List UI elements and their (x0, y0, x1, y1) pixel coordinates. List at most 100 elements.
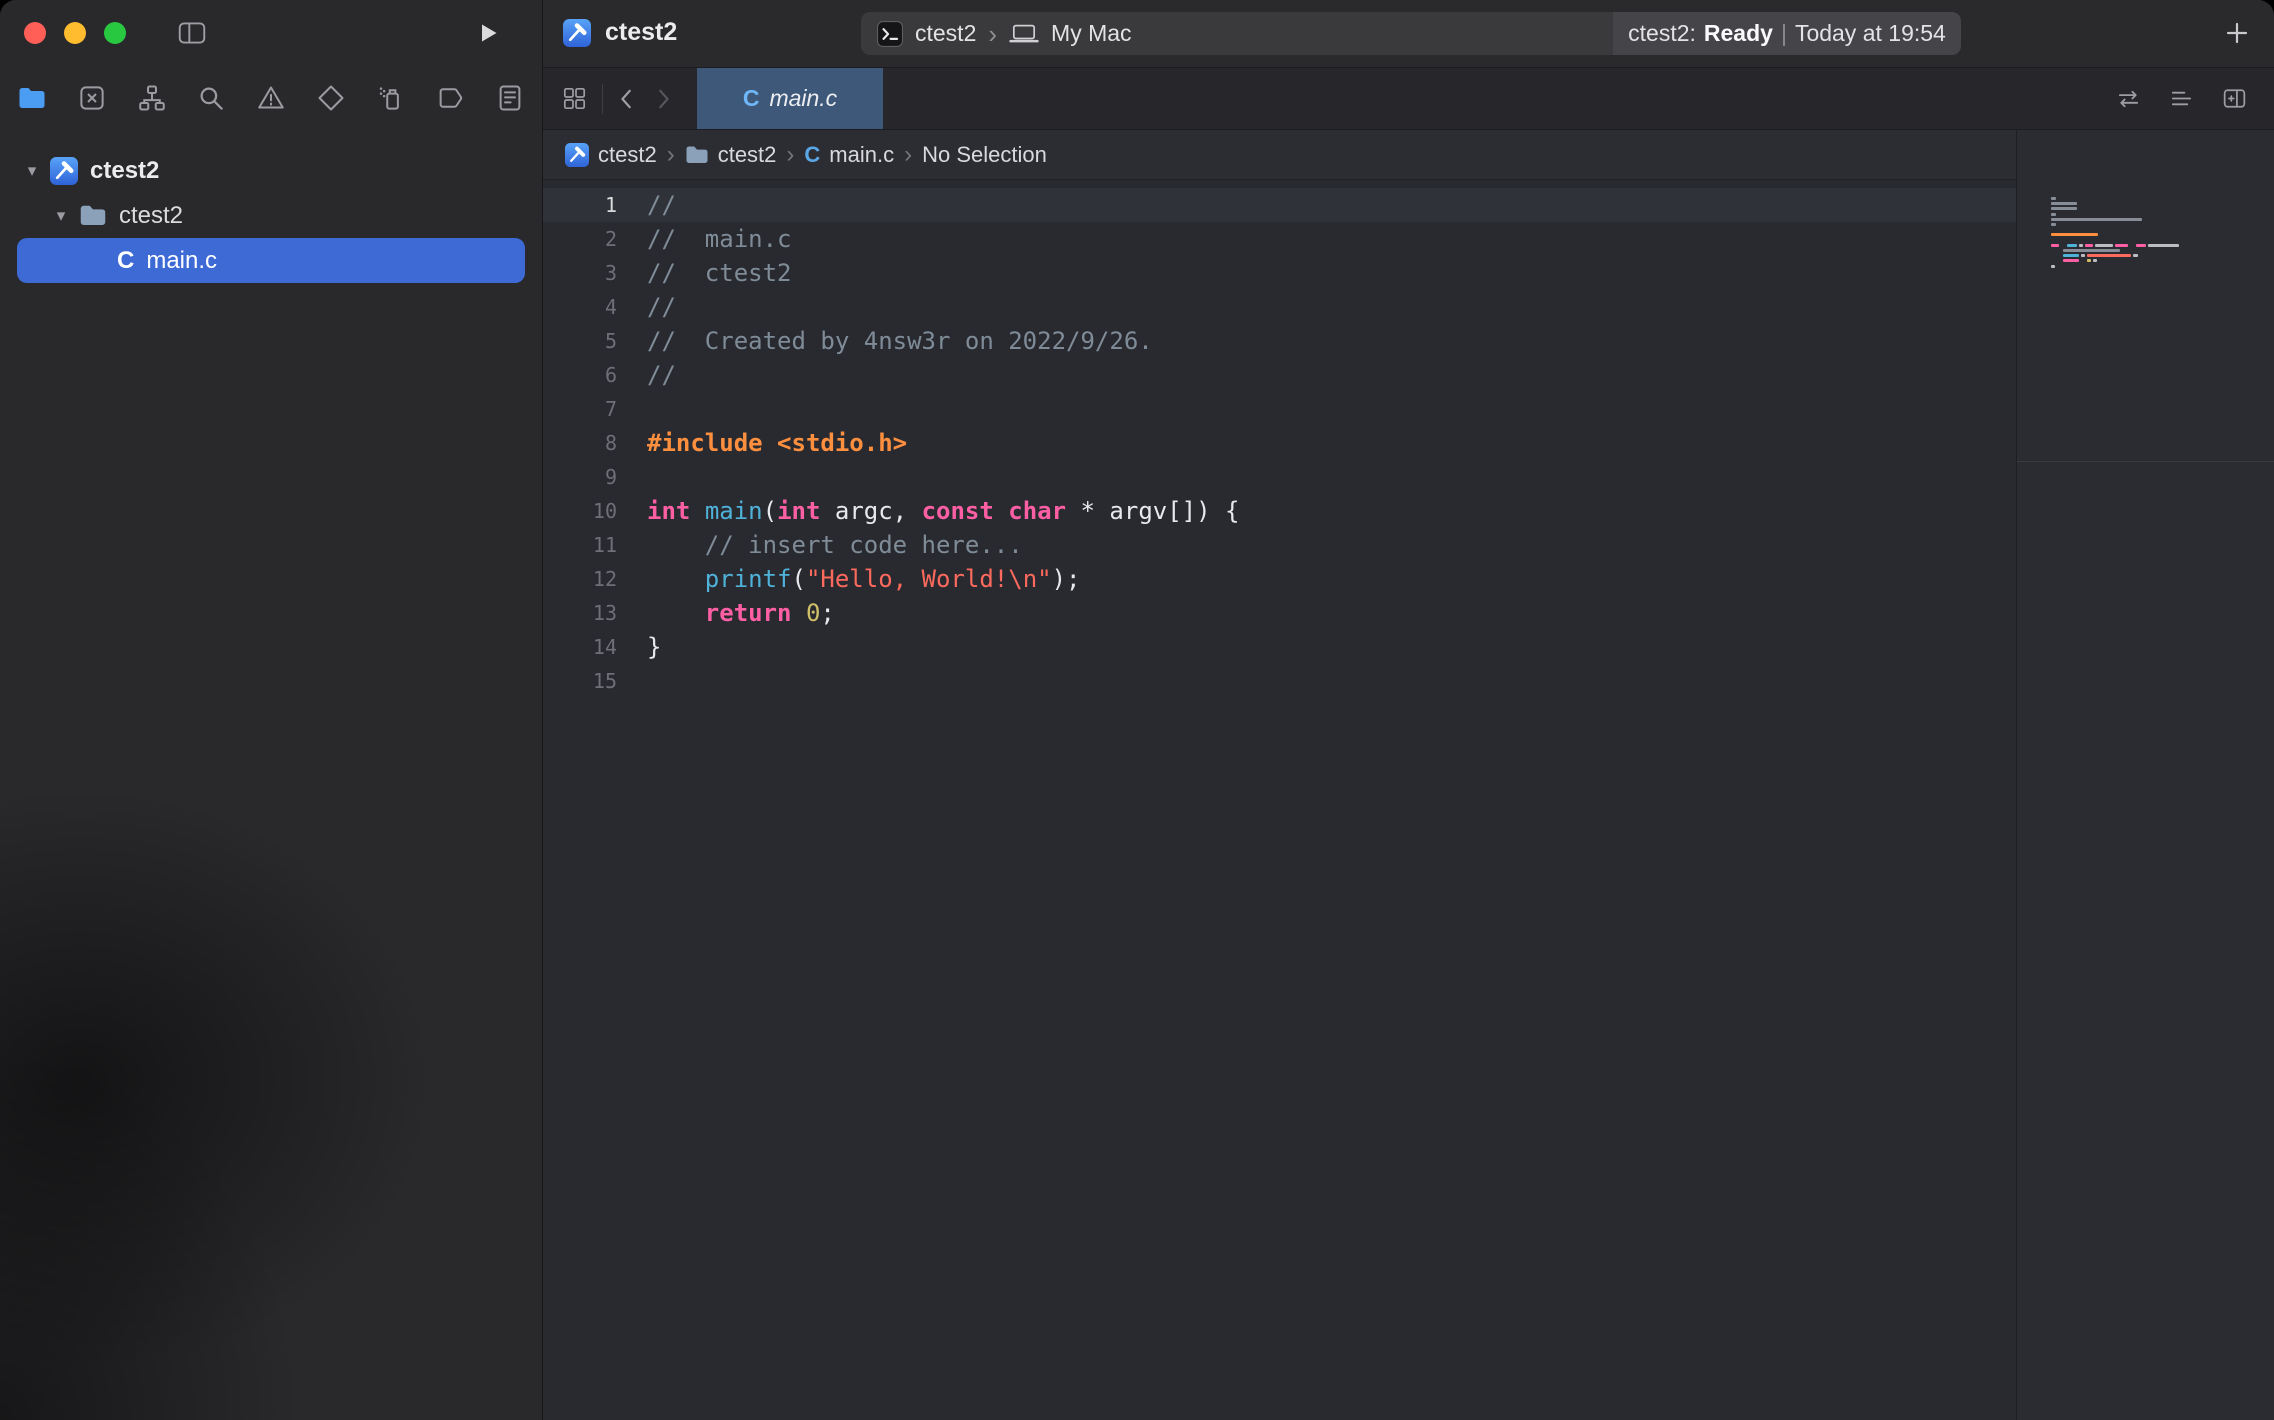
line-number: 6 (543, 363, 631, 387)
source-editor[interactable]: 1//2// main.c 3 // ctest2 4//5// Created by… (543, 180, 2016, 1420)
minimap[interactable] (2016, 130, 2274, 1420)
jumpbar-item-1[interactable]: ctest2 (685, 142, 777, 168)
line-number: 14 (543, 635, 631, 659)
activity-status[interactable]: ctest2: Ready | Today at 19:54 (1613, 12, 1961, 55)
editor-options-icon[interactable] (2168, 85, 2195, 112)
folder-icon (79, 204, 107, 227)
line-number: 12 (543, 567, 631, 591)
go-back-icon[interactable] (617, 87, 637, 111)
run-button[interactable] (473, 18, 503, 48)
tab-overview-icon[interactable] (561, 85, 588, 112)
breadcrumb-separator-icon (667, 141, 675, 169)
code-line-13[interactable]: 13 return 0; (543, 596, 2016, 630)
zoom-window-button[interactable] (104, 22, 126, 44)
minimap-viewport-edge (2017, 461, 2274, 462)
editor-pane: ctest2 ctest2 My Mac ctest2: Ready | Tod… (543, 0, 2274, 1420)
symbol-navigator-button[interactable] (134, 80, 170, 116)
c-file-icon: C (743, 85, 760, 112)
code-line-10[interactable]: 10int main(int argc, const char * argv[]… (543, 494, 2016, 528)
line-text: // (647, 361, 676, 389)
breakpoint-navigator-button[interactable] (432, 80, 468, 116)
scheme-name[interactable]: ctest2 (915, 20, 976, 47)
tree-item-ctest2[interactable]: ctest2 (17, 148, 525, 193)
source-control-navigator-button[interactable] (74, 80, 110, 116)
navigator-icon-bar (0, 67, 542, 128)
xcode-project-icon (565, 143, 589, 167)
breadcrumb-separator-icon (786, 141, 794, 169)
code-line-15[interactable]: 15 (543, 664, 2016, 698)
code-line-12[interactable]: 12 printf("Hello, World!\n"); (543, 562, 2016, 596)
code-line-6[interactable]: 6 // (543, 358, 2016, 392)
scheme-selector[interactable]: ctest2 My Mac (861, 12, 1613, 55)
xcode-project-icon (563, 19, 591, 47)
sidebar-titlebar (0, 0, 542, 67)
editor-toolbar-icons (2115, 85, 2248, 112)
code-line-5[interactable]: 5// Created by 4nsw3r on 2022/9/26. (543, 324, 2016, 358)
line-text: printf("Hello, World!\n"); (647, 565, 1081, 593)
disclosure-chevron-icon[interactable] (51, 206, 71, 226)
jumpbar-label: ctest2 (718, 142, 777, 168)
status-state: Ready (1704, 20, 1773, 47)
go-forward-icon[interactable] (653, 87, 673, 111)
line-text: // Created by 4nsw3r on 2022/9/26. (647, 327, 1153, 355)
line-text: // (647, 293, 676, 321)
test-navigator-button[interactable] (313, 80, 349, 116)
window-controls (24, 22, 126, 44)
jumpbar-item-2[interactable]: Cmain.c (804, 142, 894, 168)
line-number: 3 (543, 261, 631, 285)
xcode-project-icon (50, 157, 78, 185)
find-navigator-button[interactable] (193, 80, 229, 116)
jumpbar-label: ctest2 (598, 142, 657, 168)
toolbar: ctest2 ctest2 My Mac ctest2: Ready | Tod… (543, 0, 2274, 67)
code-line-8[interactable]: 8#include <stdio.h> (543, 426, 2016, 460)
line-number: 9 (543, 465, 631, 489)
minimize-window-button[interactable] (64, 22, 86, 44)
c-file-icon: C (117, 247, 134, 275)
add-tab-button[interactable] (2222, 18, 2252, 48)
xcode-window: ctest2 ctest2 Cmain.c ctest2 ctest2 My Mac… (0, 0, 2274, 1420)
code-line-7[interactable]: 7 (543, 392, 2016, 426)
tree-item-ctest2[interactable]: ctest2 (17, 193, 525, 238)
breadcrumb-separator-icon (904, 141, 912, 169)
code-line-3[interactable]: 3 // ctest2 (543, 256, 2016, 290)
line-text: #include <stdio.h> (647, 429, 907, 457)
tab-main-c[interactable]: C main.c (697, 68, 883, 129)
line-number: 10 (543, 499, 631, 523)
jumpbar-item-3[interactable]: No Selection (922, 142, 1047, 168)
status-separator: | (1781, 20, 1787, 47)
code-line-1[interactable]: 1// (543, 188, 2016, 222)
line-text: return 0; (647, 599, 835, 627)
line-text: // ctest2 (647, 259, 792, 287)
tree-item-label: ctest2 (119, 202, 183, 230)
minimap-line (2051, 269, 2256, 274)
folder-icon (685, 145, 709, 165)
project-navigator-button[interactable] (14, 80, 50, 116)
close-window-button[interactable] (24, 22, 46, 44)
window-title: ctest2 (605, 18, 677, 47)
line-text: // main.c (647, 225, 792, 253)
toggle-sidebar-icon[interactable] (176, 17, 208, 49)
code-review-icon[interactable] (2115, 85, 2142, 112)
tab-bar: C main.c (543, 67, 2274, 130)
jumpbar-item-0[interactable]: ctest2 (565, 142, 657, 168)
tree-item-main-c[interactable]: Cmain.c (17, 238, 525, 283)
line-text: // insert code here... (647, 531, 1023, 559)
run-destination[interactable]: My Mac (1051, 20, 1132, 47)
code-line-9[interactable]: 9 (543, 460, 2016, 494)
navigator-sidebar: ctest2 ctest2 Cmain.c (0, 0, 542, 1420)
jump-bar: ctest2 ctest2 Cmain.c No Selection (543, 130, 2016, 180)
sidebar-divider[interactable] (542, 0, 543, 1420)
code-line-14[interactable]: 14} (543, 630, 2016, 664)
debug-navigator-button[interactable] (373, 80, 409, 116)
toolbar-divider (602, 84, 603, 114)
c-file-icon: C (804, 142, 820, 168)
add-editor-icon[interactable] (2221, 85, 2248, 112)
issue-navigator-button[interactable] (253, 80, 289, 116)
code-line-11[interactable]: 11 // insert code here... (543, 528, 2016, 562)
terminal-scheme-icon (877, 21, 903, 47)
report-navigator-button[interactable] (492, 80, 528, 116)
disclosure-chevron-icon[interactable] (22, 161, 42, 181)
code-line-4[interactable]: 4// (543, 290, 2016, 324)
tab-label: main.c (769, 85, 837, 112)
code-line-2[interactable]: 2// main.c (543, 222, 2016, 256)
